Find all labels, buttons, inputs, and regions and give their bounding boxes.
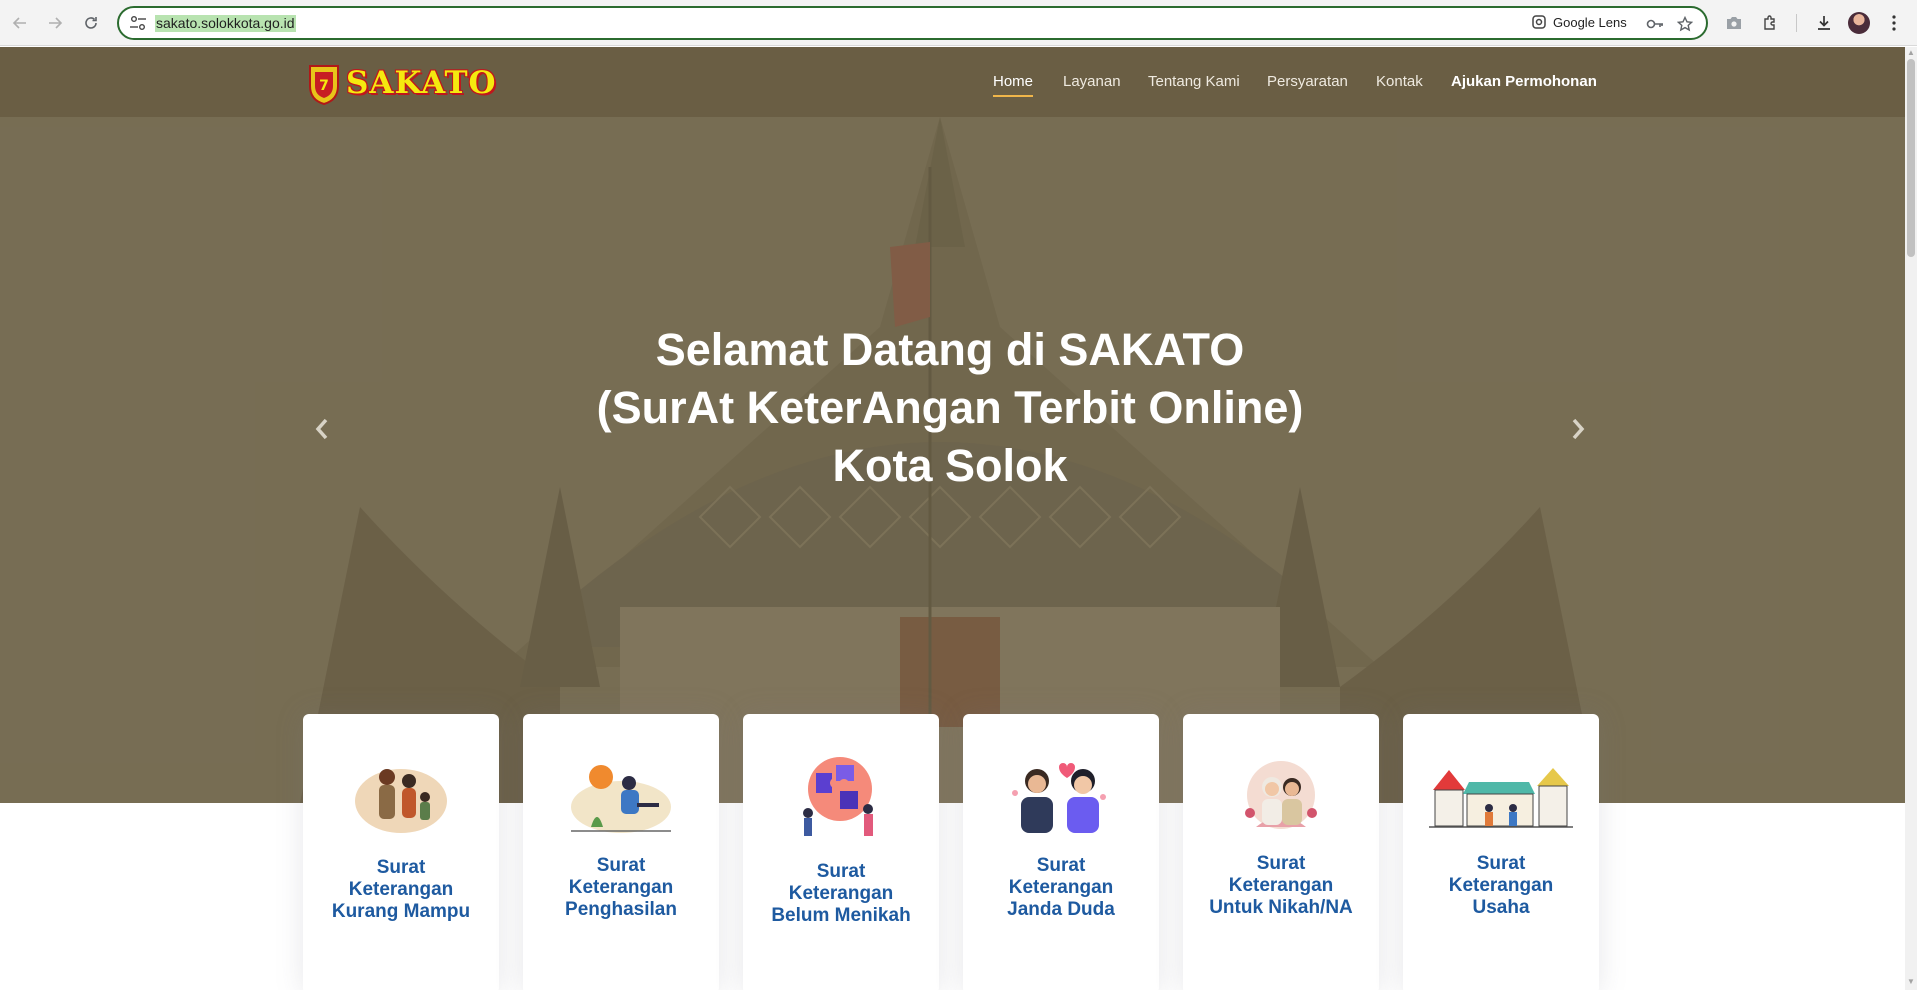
card-title: Surat Keterangan Belum Menikah [771, 861, 911, 926]
reload-icon[interactable] [79, 11, 103, 35]
hero-section: 7 SAKATO Home Layanan Tentang Kami Persy… [0, 47, 1905, 803]
scroll-down-arrow-icon[interactable]: ▼ [1907, 978, 1915, 986]
lens-label: Google Lens [1553, 14, 1627, 30]
nav-ajukan-permohonan[interactable]: Ajukan Permohonan [1451, 73, 1597, 90]
card-title: Surat Keterangan Kurang Mampu [331, 857, 471, 922]
profile-avatar[interactable] [1848, 12, 1870, 34]
card-title: Surat Keterangan Usaha [1448, 853, 1554, 918]
password-key-icon[interactable] [1645, 14, 1665, 34]
extensions-icon[interactable] [1758, 11, 1782, 35]
lens-icon [1532, 15, 1546, 29]
site-settings-icon[interactable] [129, 15, 147, 31]
nav-persyaratan[interactable]: Persyaratan [1267, 73, 1348, 90]
puzzle-illustration [743, 752, 939, 842]
site-header: 7 SAKATO Home Layanan Tentang Kami Persy… [0, 47, 1905, 117]
income-illustration [523, 752, 719, 842]
address-bar[interactable]: sakato.solokkota.go.id Google Lens [117, 6, 1708, 40]
scroll-thumb[interactable] [1907, 59, 1915, 257]
card-title: Surat Keterangan Janda Duda [1007, 855, 1115, 920]
couple-illustration [963, 752, 1159, 842]
logo-text: SAKATO [346, 65, 497, 101]
hero-line-1: Selamat Datang di SAKATO [655, 324, 1245, 375]
market-stalls-illustration [1403, 752, 1599, 842]
bookmark-star-icon[interactable] [1675, 14, 1695, 34]
service-card-belum-menikah[interactable]: Surat Keterangan Belum Menikah [743, 714, 939, 990]
nav-home[interactable]: Home [993, 73, 1034, 97]
page-scrollbar[interactable]: ▲ ▼ [1905, 47, 1917, 990]
kota-solok-emblem-icon: 7 [309, 65, 339, 106]
nav-layanan[interactable]: Layanan [1063, 73, 1121, 90]
browser-toolbar: sakato.solokkota.go.id Google Lens [0, 0, 1917, 46]
hero-line-3: Kota Solok [832, 440, 1068, 491]
back-arrow-icon[interactable] [8, 11, 32, 35]
nav-kontak[interactable]: Kontak [1376, 73, 1423, 90]
wedding-illustration [1183, 752, 1379, 842]
carousel-prev-button[interactable] [307, 409, 337, 449]
web-page: 7 SAKATO Home Layanan Tentang Kami Persy… [0, 47, 1905, 990]
service-card-usaha[interactable]: Surat Keterangan Usaha [1403, 714, 1599, 990]
svg-text:7: 7 [319, 78, 329, 94]
site-logo[interactable]: 7 SAKATO [304, 59, 497, 107]
camera-icon[interactable] [1722, 11, 1746, 35]
card-title: Surat Keterangan Untuk Nikah/NA [1209, 853, 1353, 918]
download-icon[interactable] [1812, 11, 1836, 35]
service-card-penghasilan[interactable]: Surat Keterangan Penghasilan [523, 714, 719, 990]
chevron-left-icon [315, 418, 328, 440]
hero-heading: Selamat Datang di SAKATO (SurAt KeterAng… [430, 321, 1470, 495]
service-card-janda-duda[interactable]: Surat Keterangan Janda Duda [963, 714, 1159, 990]
toolbar-separator [1796, 14, 1797, 32]
carousel-next-button[interactable] [1563, 409, 1593, 449]
scroll-up-arrow-icon[interactable]: ▲ [1907, 49, 1915, 57]
more-menu-icon[interactable] [1882, 11, 1906, 35]
service-card-untuk-nikah[interactable]: Surat Keterangan Untuk Nikah/NA [1183, 714, 1379, 990]
card-title: Surat Keterangan Penghasilan [565, 855, 677, 920]
nav-tentang-kami[interactable]: Tentang Kami [1148, 73, 1240, 90]
chevron-right-icon [1572, 418, 1585, 440]
family-illustration [303, 752, 499, 842]
service-card-kurang-mampu[interactable]: Surat Keterangan Kurang Mampu [303, 714, 499, 990]
google-lens-button[interactable]: Google Lens [1531, 14, 1627, 30]
forward-arrow-icon[interactable] [43, 11, 67, 35]
url-text[interactable]: sakato.solokkota.go.id [155, 15, 296, 32]
hero-line-2: (SurAt KeterAngan Terbit Online) [596, 382, 1304, 433]
